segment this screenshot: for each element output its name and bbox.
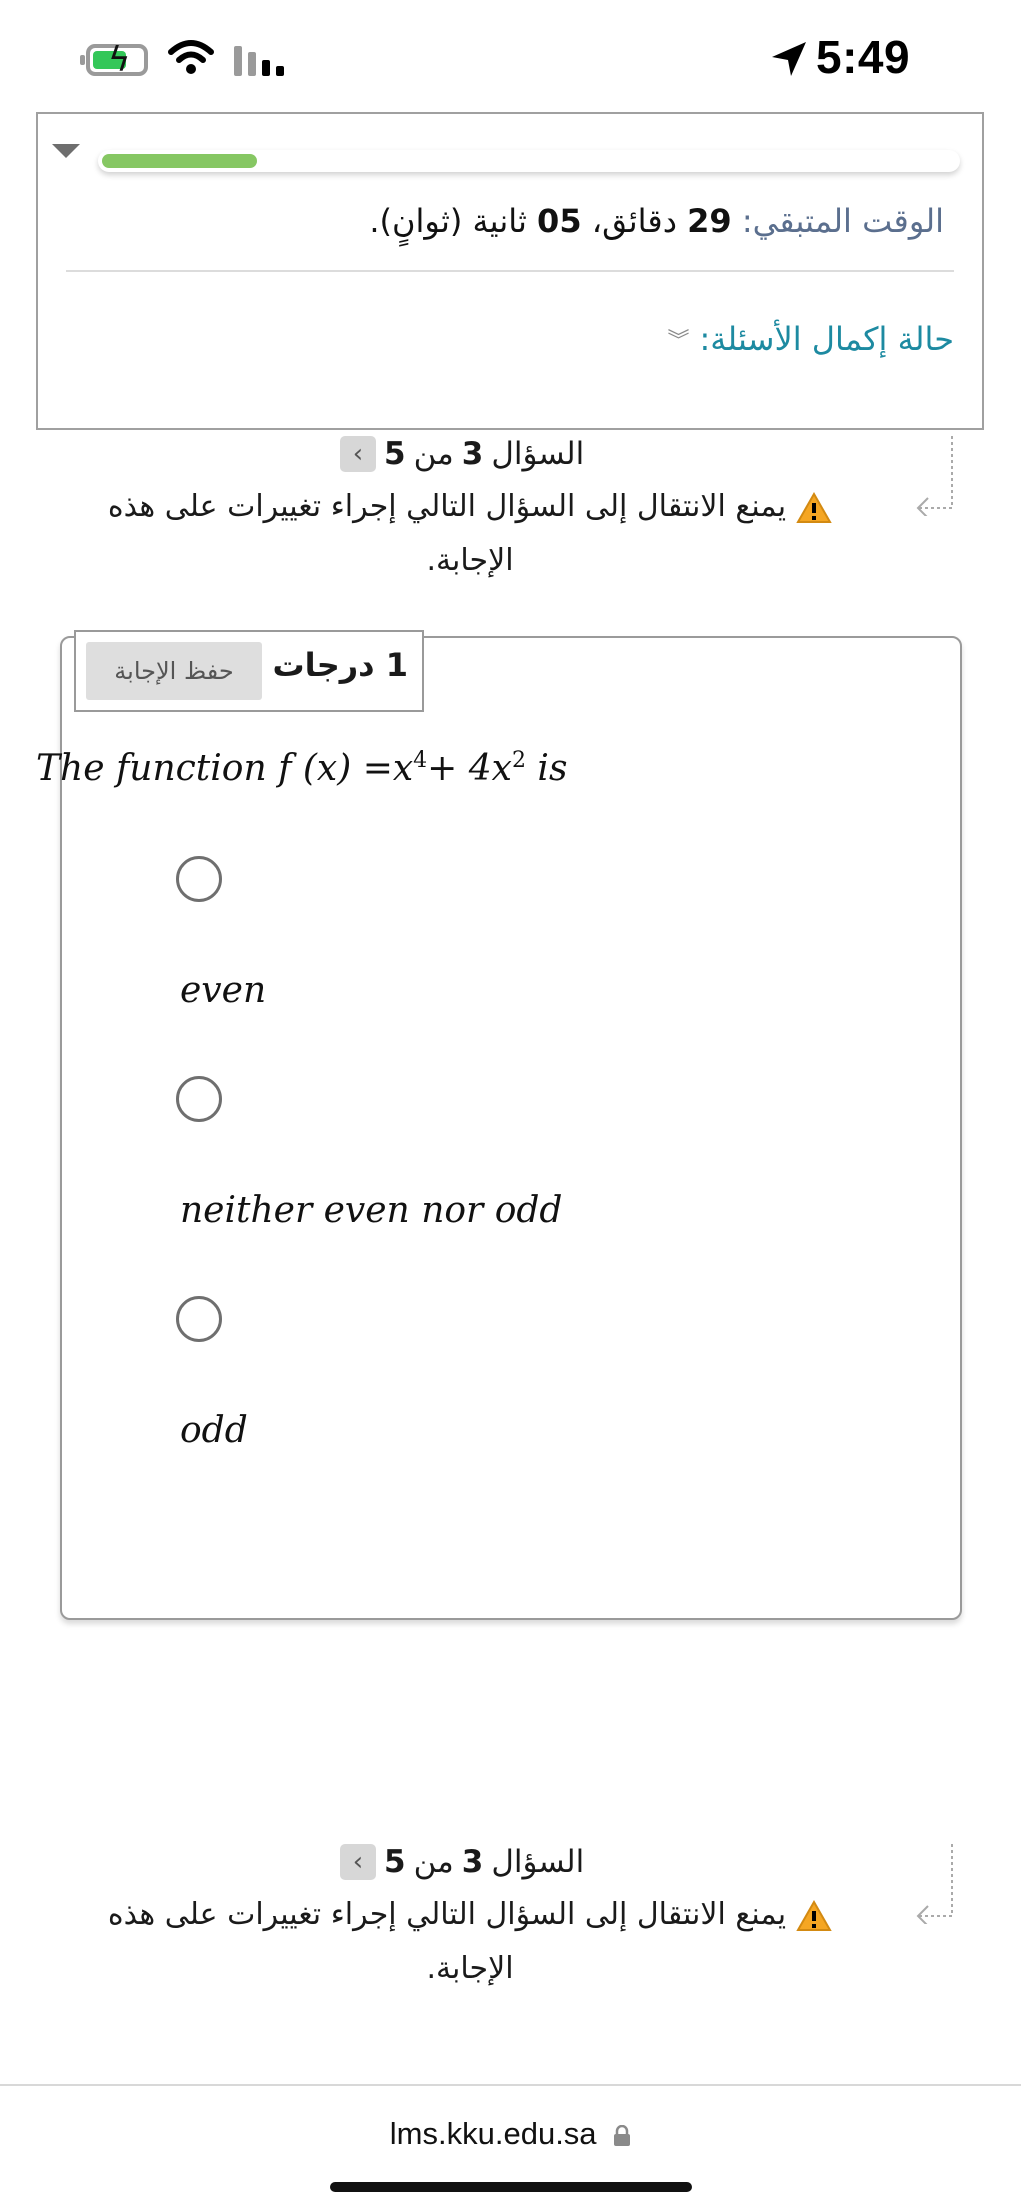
browser-bottom-bar: lms.kku.edu.sa [0, 2084, 1021, 2210]
collapse-caret-icon[interactable] [52, 144, 80, 158]
status-time: 5:49 [816, 31, 911, 83]
time-remaining-label: الوقت المتبقي: [741, 202, 944, 240]
question-info-box: حفظ الإجابة 1 درجات [74, 630, 424, 712]
location-arrow-icon [772, 42, 806, 76]
home-indicator [330, 2182, 692, 2192]
question-points: 1 درجات [272, 646, 408, 684]
option-radio-neither[interactable] [176, 1076, 222, 1122]
option-radio-odd[interactable] [176, 1296, 222, 1342]
question-navigation-top: السؤال 3 من 5 › يمنع الانتقال إلى السؤال… [0, 436, 1021, 586]
double-chevron-down-icon: ︾ [667, 329, 690, 354]
question-navigation-bottom: السؤال 3 من 5 › يمنع الانتقال إلى السؤال… [0, 1844, 1021, 1994]
time-progress-bar [98, 150, 960, 172]
wifi-icon [168, 40, 214, 74]
lock-icon [614, 2124, 631, 2146]
warning-icon [796, 1899, 832, 1931]
question-completion-status-toggle[interactable]: حالة إكمال الأسئلة: ︾ [667, 320, 954, 358]
time-progress-fill [102, 154, 258, 168]
time-remaining: الوقت المتبقي: 29 دقائق، 05 ثانية (ثوانٍ… [369, 202, 944, 240]
next-question-button[interactable]: › [340, 1844, 376, 1880]
question-counter: السؤال 3 من 5 › [340, 1844, 584, 1880]
warning-icon [796, 491, 832, 523]
return-arrow-icon [916, 1844, 953, 1924]
url-text: lms.kku.edu.sa [389, 2116, 597, 2151]
status-bar: ϟ 5:49 [0, 0, 1021, 110]
navigation-warning: يمنع الانتقال إلى السؤال التالي إجراء تغ… [80, 480, 860, 588]
option-label-neither[interactable]: neither even nor odd [180, 1190, 562, 1231]
return-arrow-icon [916, 436, 953, 516]
battery-charging-icon: ϟ [80, 42, 148, 78]
address-bar[interactable]: lms.kku.edu.sa [0, 2116, 1021, 2152]
next-question-button[interactable]: › [340, 436, 376, 472]
option-label-odd[interactable]: odd [180, 1410, 248, 1451]
option-radio-even[interactable] [176, 856, 222, 902]
completion-status-label: حالة إكمال الأسئلة: [699, 320, 954, 358]
question-text: The function f (x) =x4+ 4x2 is [36, 748, 568, 789]
timer-panel: الوقت المتبقي: 29 دقائق، 05 ثانية (ثوانٍ… [36, 112, 984, 430]
navigation-warning: يمنع الانتقال إلى السؤال التالي إجراء تغ… [80, 1888, 860, 1996]
question-counter: السؤال 3 من 5 › [340, 436, 584, 472]
panel-divider [66, 270, 954, 272]
time-remaining-value: 29 دقائق، 05 ثانية (ثوانٍ). [369, 202, 732, 240]
save-answer-button[interactable]: حفظ الإجابة [86, 642, 262, 700]
cellular-signal-icon [234, 46, 284, 76]
option-label-even[interactable]: even [180, 970, 266, 1011]
